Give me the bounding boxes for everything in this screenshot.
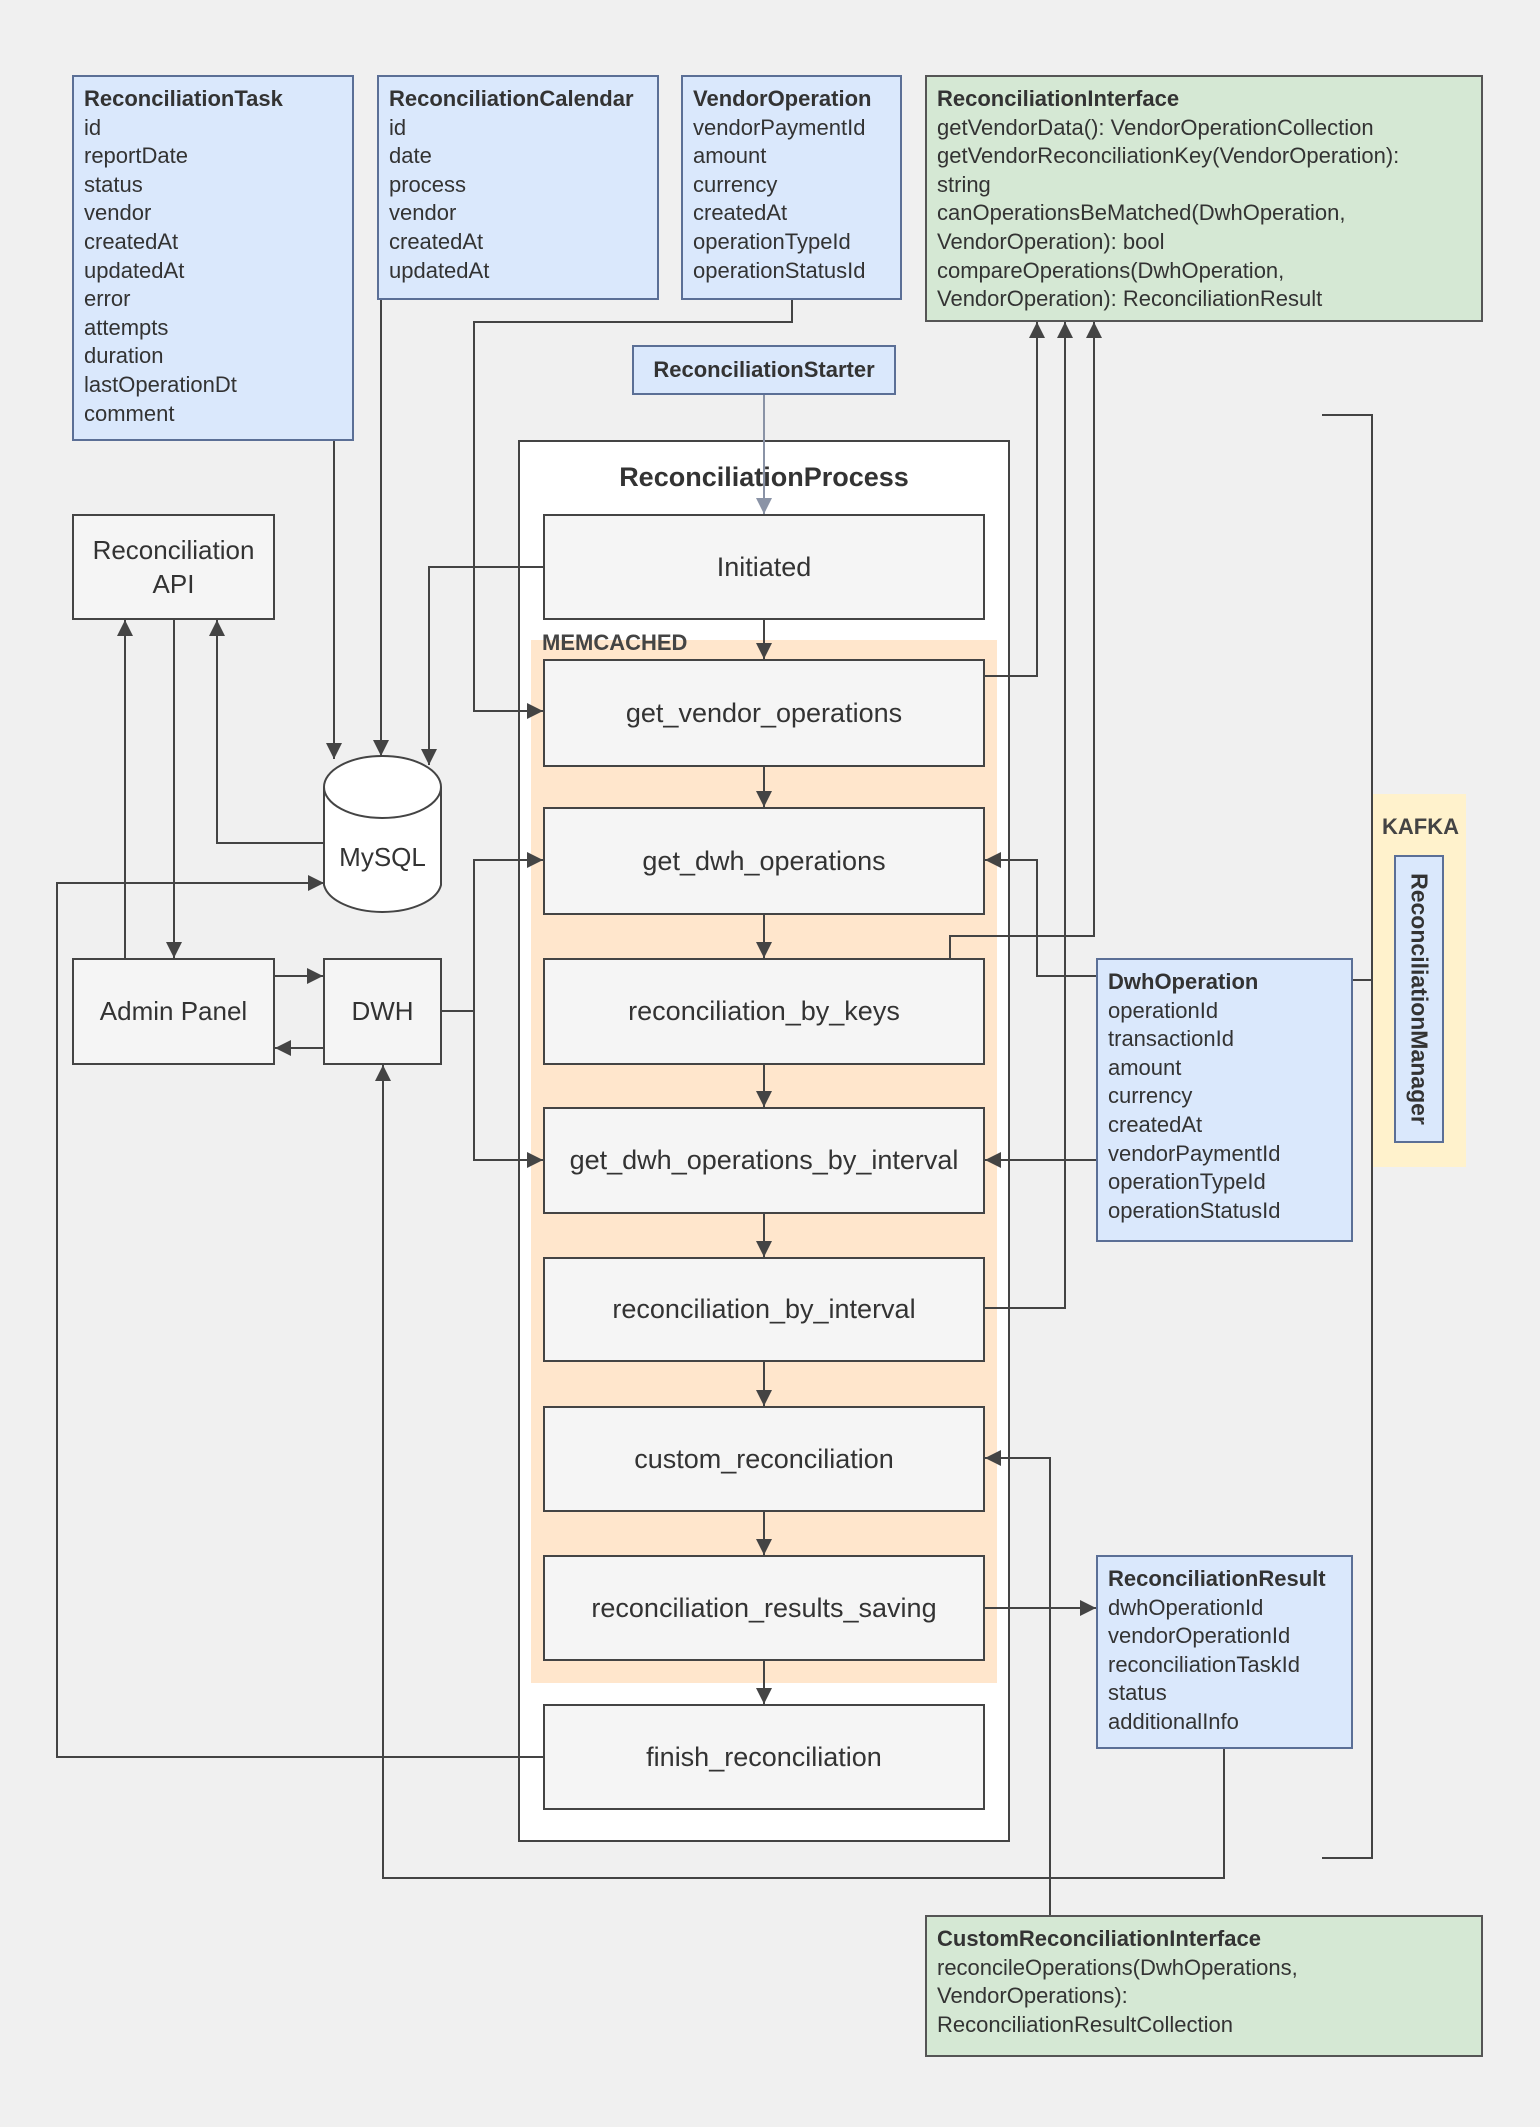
edge-custominterface-custom <box>985 1450 1051 1915</box>
edge-dwh-byinterval <box>473 1011 543 1168</box>
edge-vendorop-getvendor <box>473 300 793 719</box>
connectors <box>56 300 1373 1915</box>
edge-finish-mysql <box>56 875 543 1758</box>
kafka-bracket <box>1322 414 1373 1859</box>
edge-initiated-mysql <box>421 566 543 765</box>
edge-dwh-getdwh <box>442 852 543 1012</box>
edge-dwhop-getdwh <box>985 852 1096 977</box>
edge-bykeys-interface <box>949 322 1102 958</box>
edge-getvendor-interface <box>985 322 1045 677</box>
edge-mysql-api <box>209 620 324 844</box>
